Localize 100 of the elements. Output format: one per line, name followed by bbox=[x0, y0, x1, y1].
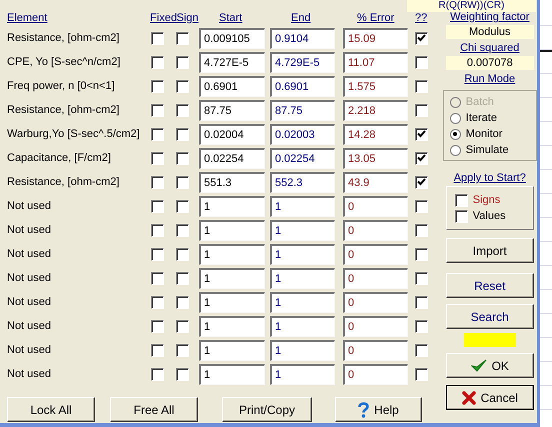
sign-checkbox[interactable] bbox=[176, 344, 189, 356]
radio-label[interactable]: Simulate bbox=[466, 144, 509, 156]
error-field[interactable]: 0 bbox=[343, 244, 408, 264]
fixed-checkbox[interactable] bbox=[151, 128, 164, 140]
start-field[interactable]: 4.727E-5 bbox=[199, 52, 265, 72]
side-button[interactable]: Search bbox=[446, 304, 534, 329]
fixed-checkbox[interactable] bbox=[151, 224, 164, 236]
fixed-checkbox[interactable] bbox=[151, 56, 164, 68]
sign-checkbox[interactable] bbox=[176, 80, 189, 92]
help-button[interactable]: Help bbox=[335, 397, 422, 422]
error-field[interactable]: 0 bbox=[343, 316, 408, 336]
flag-checkbox[interactable] bbox=[415, 272, 428, 284]
error-field[interactable]: 0 bbox=[343, 220, 408, 240]
flag-checkbox[interactable] bbox=[415, 152, 428, 164]
column-header[interactable]: End bbox=[291, 12, 311, 24]
end-field[interactable]: 1 bbox=[270, 196, 335, 216]
start-field[interactable]: 1 bbox=[199, 364, 265, 384]
flag-checkbox[interactable] bbox=[415, 200, 428, 212]
cancel-button[interactable]: Cancel bbox=[446, 385, 534, 410]
radio-button[interactable] bbox=[450, 144, 461, 156]
start-field[interactable]: 551.3 bbox=[199, 172, 265, 192]
start-field[interactable]: 1 bbox=[199, 196, 265, 216]
end-field[interactable]: 0.02254 bbox=[270, 148, 335, 168]
start-field[interactable]: 0.02254 bbox=[199, 148, 265, 168]
sign-checkbox[interactable] bbox=[176, 104, 189, 116]
start-field[interactable]: 0.6901 bbox=[199, 76, 265, 96]
fixed-checkbox[interactable] bbox=[151, 152, 164, 164]
end-field[interactable]: 1 bbox=[270, 292, 335, 312]
side-button[interactable]: Import bbox=[446, 238, 534, 263]
error-field[interactable]: 2.218 bbox=[343, 100, 408, 120]
checkbox[interactable] bbox=[454, 194, 468, 206]
radio-button[interactable] bbox=[450, 112, 461, 124]
action-button[interactable]: Lock All bbox=[7, 397, 95, 422]
start-field[interactable]: 87.75 bbox=[199, 100, 265, 120]
ok-button[interactable]: OK bbox=[446, 353, 534, 378]
column-header[interactable]: ?? bbox=[415, 12, 428, 24]
flag-checkbox[interactable] bbox=[415, 80, 428, 92]
flag-checkbox[interactable] bbox=[415, 368, 428, 380]
flag-checkbox[interactable] bbox=[415, 176, 428, 188]
error-field[interactable]: 11.07 bbox=[343, 52, 408, 72]
flag-checkbox[interactable] bbox=[415, 104, 428, 116]
side-button[interactable]: Reset bbox=[446, 273, 534, 298]
column-header[interactable]: Fixed bbox=[150, 12, 177, 24]
checkbox-label[interactable]: Values bbox=[472, 210, 506, 222]
end-field[interactable]: 4.729E-5 bbox=[270, 52, 335, 72]
flag-checkbox[interactable] bbox=[415, 128, 428, 140]
checkbox-label[interactable]: Signs bbox=[472, 194, 500, 206]
flag-checkbox[interactable] bbox=[415, 224, 428, 236]
sign-checkbox[interactable] bbox=[176, 128, 189, 140]
fixed-checkbox[interactable] bbox=[151, 104, 164, 116]
error-field[interactable]: 0 bbox=[343, 292, 408, 312]
start-field[interactable]: 0.02004 bbox=[199, 124, 265, 144]
action-button[interactable]: Print/Copy bbox=[222, 397, 312, 422]
end-field[interactable]: 1 bbox=[270, 364, 335, 384]
sign-checkbox[interactable] bbox=[176, 272, 189, 284]
radio-label[interactable]: Monitor bbox=[466, 128, 502, 140]
fixed-checkbox[interactable] bbox=[151, 344, 164, 356]
error-field[interactable]: 0 bbox=[343, 364, 408, 384]
sign-checkbox[interactable] bbox=[176, 296, 189, 308]
end-field[interactable]: 1 bbox=[270, 316, 335, 336]
fixed-checkbox[interactable] bbox=[151, 32, 164, 44]
flag-checkbox[interactable] bbox=[415, 248, 428, 260]
sign-checkbox[interactable] bbox=[176, 224, 189, 236]
error-field[interactable]: 0 bbox=[343, 340, 408, 360]
start-field[interactable]: 1 bbox=[199, 340, 265, 360]
error-field[interactable]: 1.575 bbox=[343, 76, 408, 96]
end-field[interactable]: 1 bbox=[270, 340, 335, 360]
sign-checkbox[interactable] bbox=[176, 56, 189, 68]
fixed-checkbox[interactable] bbox=[151, 248, 164, 260]
flag-checkbox[interactable] bbox=[415, 32, 428, 44]
sign-checkbox[interactable] bbox=[176, 32, 189, 44]
fixed-checkbox[interactable] bbox=[151, 296, 164, 308]
error-field[interactable]: 13.05 bbox=[343, 148, 408, 168]
error-field[interactable]: 14.28 bbox=[343, 124, 408, 144]
fixed-checkbox[interactable] bbox=[151, 80, 164, 92]
fixed-checkbox[interactable] bbox=[151, 176, 164, 188]
error-field[interactable]: 15.09 bbox=[343, 28, 408, 48]
column-header[interactable]: Sign bbox=[176, 12, 199, 24]
column-header[interactable]: % Error bbox=[357, 12, 394, 24]
column-header[interactable]: Element bbox=[7, 12, 48, 24]
radio-button[interactable] bbox=[450, 128, 461, 140]
fixed-checkbox[interactable] bbox=[151, 320, 164, 332]
sign-checkbox[interactable] bbox=[176, 200, 189, 212]
end-field[interactable]: 0.9104 bbox=[270, 28, 335, 48]
fixed-checkbox[interactable] bbox=[151, 368, 164, 380]
flag-checkbox[interactable] bbox=[415, 56, 428, 68]
start-field[interactable]: 1 bbox=[199, 220, 265, 240]
fixed-checkbox[interactable] bbox=[151, 272, 164, 284]
end-field[interactable]: 1 bbox=[270, 268, 335, 288]
start-field[interactable]: 1 bbox=[199, 268, 265, 288]
fixed-checkbox[interactable] bbox=[151, 200, 164, 212]
checkbox[interactable] bbox=[454, 210, 468, 222]
sign-checkbox[interactable] bbox=[176, 320, 189, 332]
sign-checkbox[interactable] bbox=[176, 368, 189, 380]
end-field[interactable]: 552.3 bbox=[270, 172, 335, 192]
flag-checkbox[interactable] bbox=[415, 320, 428, 332]
end-field[interactable]: 0.6901 bbox=[270, 76, 335, 96]
error-field[interactable]: 43.9 bbox=[343, 172, 408, 192]
end-field[interactable]: 1 bbox=[270, 244, 335, 264]
end-field[interactable]: 0.02003 bbox=[270, 124, 335, 144]
